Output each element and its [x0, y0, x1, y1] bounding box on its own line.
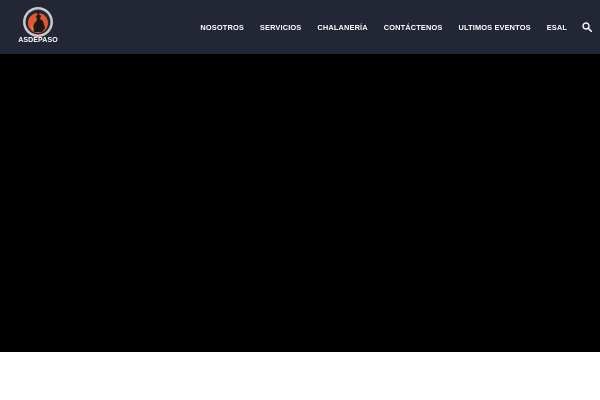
search-icon [581, 22, 592, 32]
nav-item-servicios[interactable]: SERVICIOS [260, 23, 301, 32]
horse-rider-emblem-icon [23, 7, 53, 37]
nav-item-ultimos-eventos[interactable]: ULTIMOS EVENTOS [458, 23, 530, 32]
site-logo[interactable]: ASDEPASO [18, 6, 58, 48]
nav-item-esal[interactable]: ESAL [547, 23, 567, 32]
nav-item-chalaneria[interactable]: CHALANERÍA [317, 23, 367, 32]
hero-video-area[interactable] [0, 54, 600, 352]
page-content-area [0, 352, 600, 400]
logo-text: ASDEPASO [18, 37, 58, 44]
main-navigation: NOSOTROS SERVICIOS CHALANERÍA CONTÁCTENO… [200, 0, 592, 54]
nav-item-nosotros[interactable]: NOSOTROS [200, 23, 244, 32]
site-header: ASDEPASO NOSOTROS SERVICIOS CHALANERÍA C… [0, 0, 600, 54]
search-button[interactable] [581, 22, 592, 33]
nav-item-contactenos[interactable]: CONTÁCTENOS [384, 23, 443, 32]
